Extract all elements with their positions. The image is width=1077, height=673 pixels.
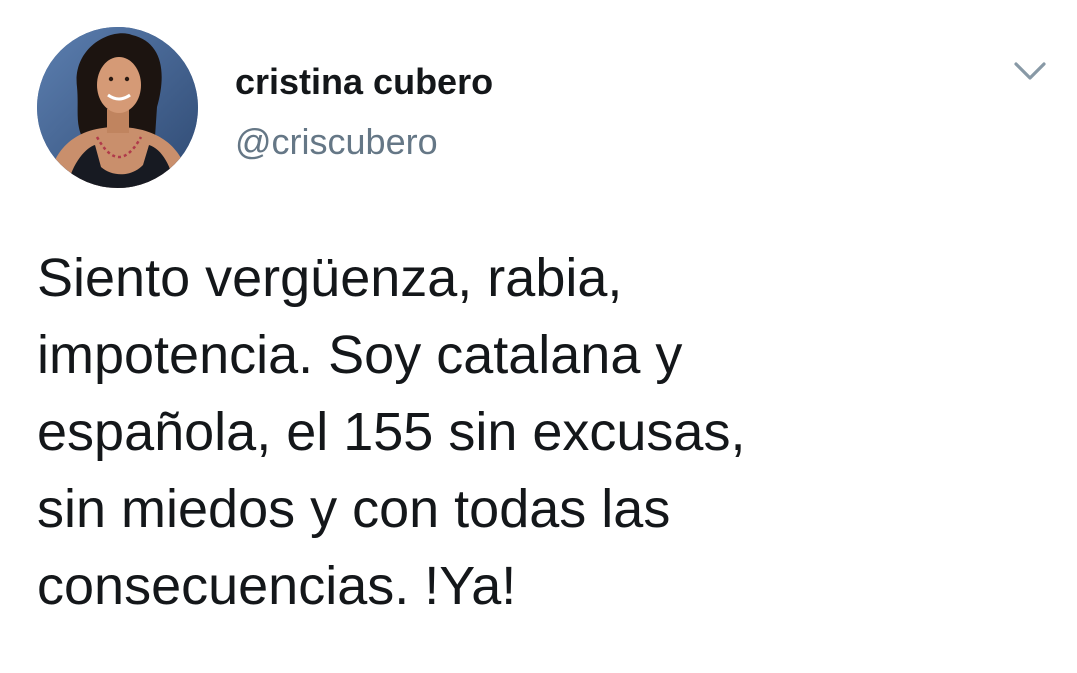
avatar-photo [37,27,198,188]
tweet-text: Siento vergüenza, rabia, impotencia. Soy… [37,248,746,616]
chevron-down-icon-graphic [1014,62,1046,80]
avatar[interactable] [37,27,198,188]
chevron-down-icon[interactable] [1010,56,1050,86]
tweet-card: cristina cubero @criscubero Siento vergü… [0,0,1077,673]
author-handle[interactable]: @criscubero [235,120,438,164]
author-display-name[interactable]: cristina cubero [235,60,493,104]
